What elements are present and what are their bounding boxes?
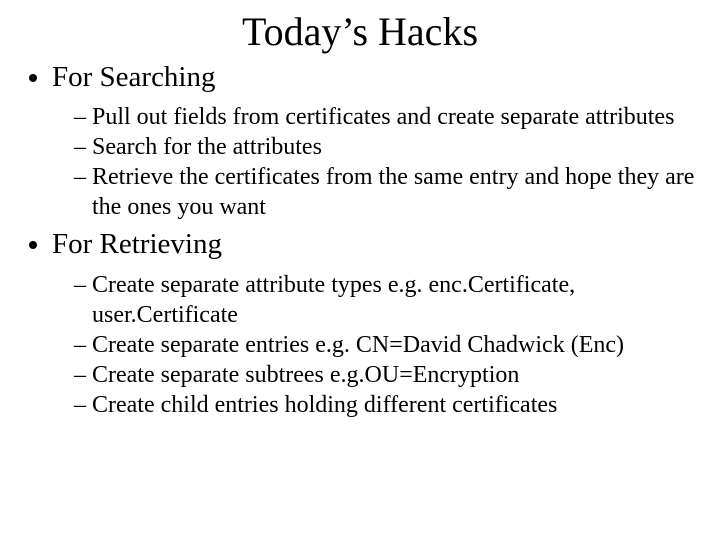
list-item-text: Create separate subtrees e.g.OU=Encrypti… — [92, 362, 519, 388]
list-item-text: Create child entries holding different c… — [92, 392, 557, 418]
slide: Today’s Hacks For Searching – Pull out f… — [0, 0, 720, 540]
list-item: – Create separate subtrees e.g.OU=Encryp… — [74, 360, 700, 390]
list-item: – Create separate attribute types e.g. e… — [74, 270, 700, 330]
list-item: – Pull out fields from certificates and … — [74, 102, 700, 132]
section-heading: For Searching – Pull out fields from cer… — [52, 61, 700, 222]
sub-bullet-list: – Pull out fields from certificates and … — [52, 102, 700, 222]
slide-title: Today’s Hacks — [20, 8, 700, 55]
list-item: – Search for the attributes — [74, 132, 700, 162]
section-heading-text: For Retrieving — [52, 228, 222, 260]
sub-bullet-list: – Create separate attribute types e.g. e… — [52, 270, 700, 420]
dash-icon: – — [74, 362, 92, 388]
dash-icon: – — [74, 164, 92, 190]
section-heading-text: For Searching — [52, 61, 216, 93]
dash-icon: – — [74, 134, 92, 160]
list-item-text: Retrieve the certificates from the same … — [92, 164, 694, 220]
dash-icon: – — [74, 104, 92, 130]
list-item-text: Pull out fields from certificates and cr… — [92, 104, 674, 130]
list-item: – Retrieve the certificates from the sam… — [74, 162, 700, 222]
bullet-list: For Searching – Pull out fields from cer… — [20, 61, 700, 420]
list-item-text: Create separate entries e.g. CN=David Ch… — [92, 332, 624, 358]
list-item-text: Search for the attributes — [92, 134, 322, 160]
section-heading: For Retrieving – Create separate attribu… — [52, 228, 700, 419]
dash-icon: – — [74, 272, 92, 298]
list-item: – Create separate entries e.g. CN=David … — [74, 330, 700, 360]
list-item: – Create child entries holding different… — [74, 390, 700, 420]
dash-icon: – — [74, 392, 92, 418]
dash-icon: – — [74, 332, 92, 358]
list-item-text: Create separate attribute types e.g. enc… — [92, 272, 575, 328]
